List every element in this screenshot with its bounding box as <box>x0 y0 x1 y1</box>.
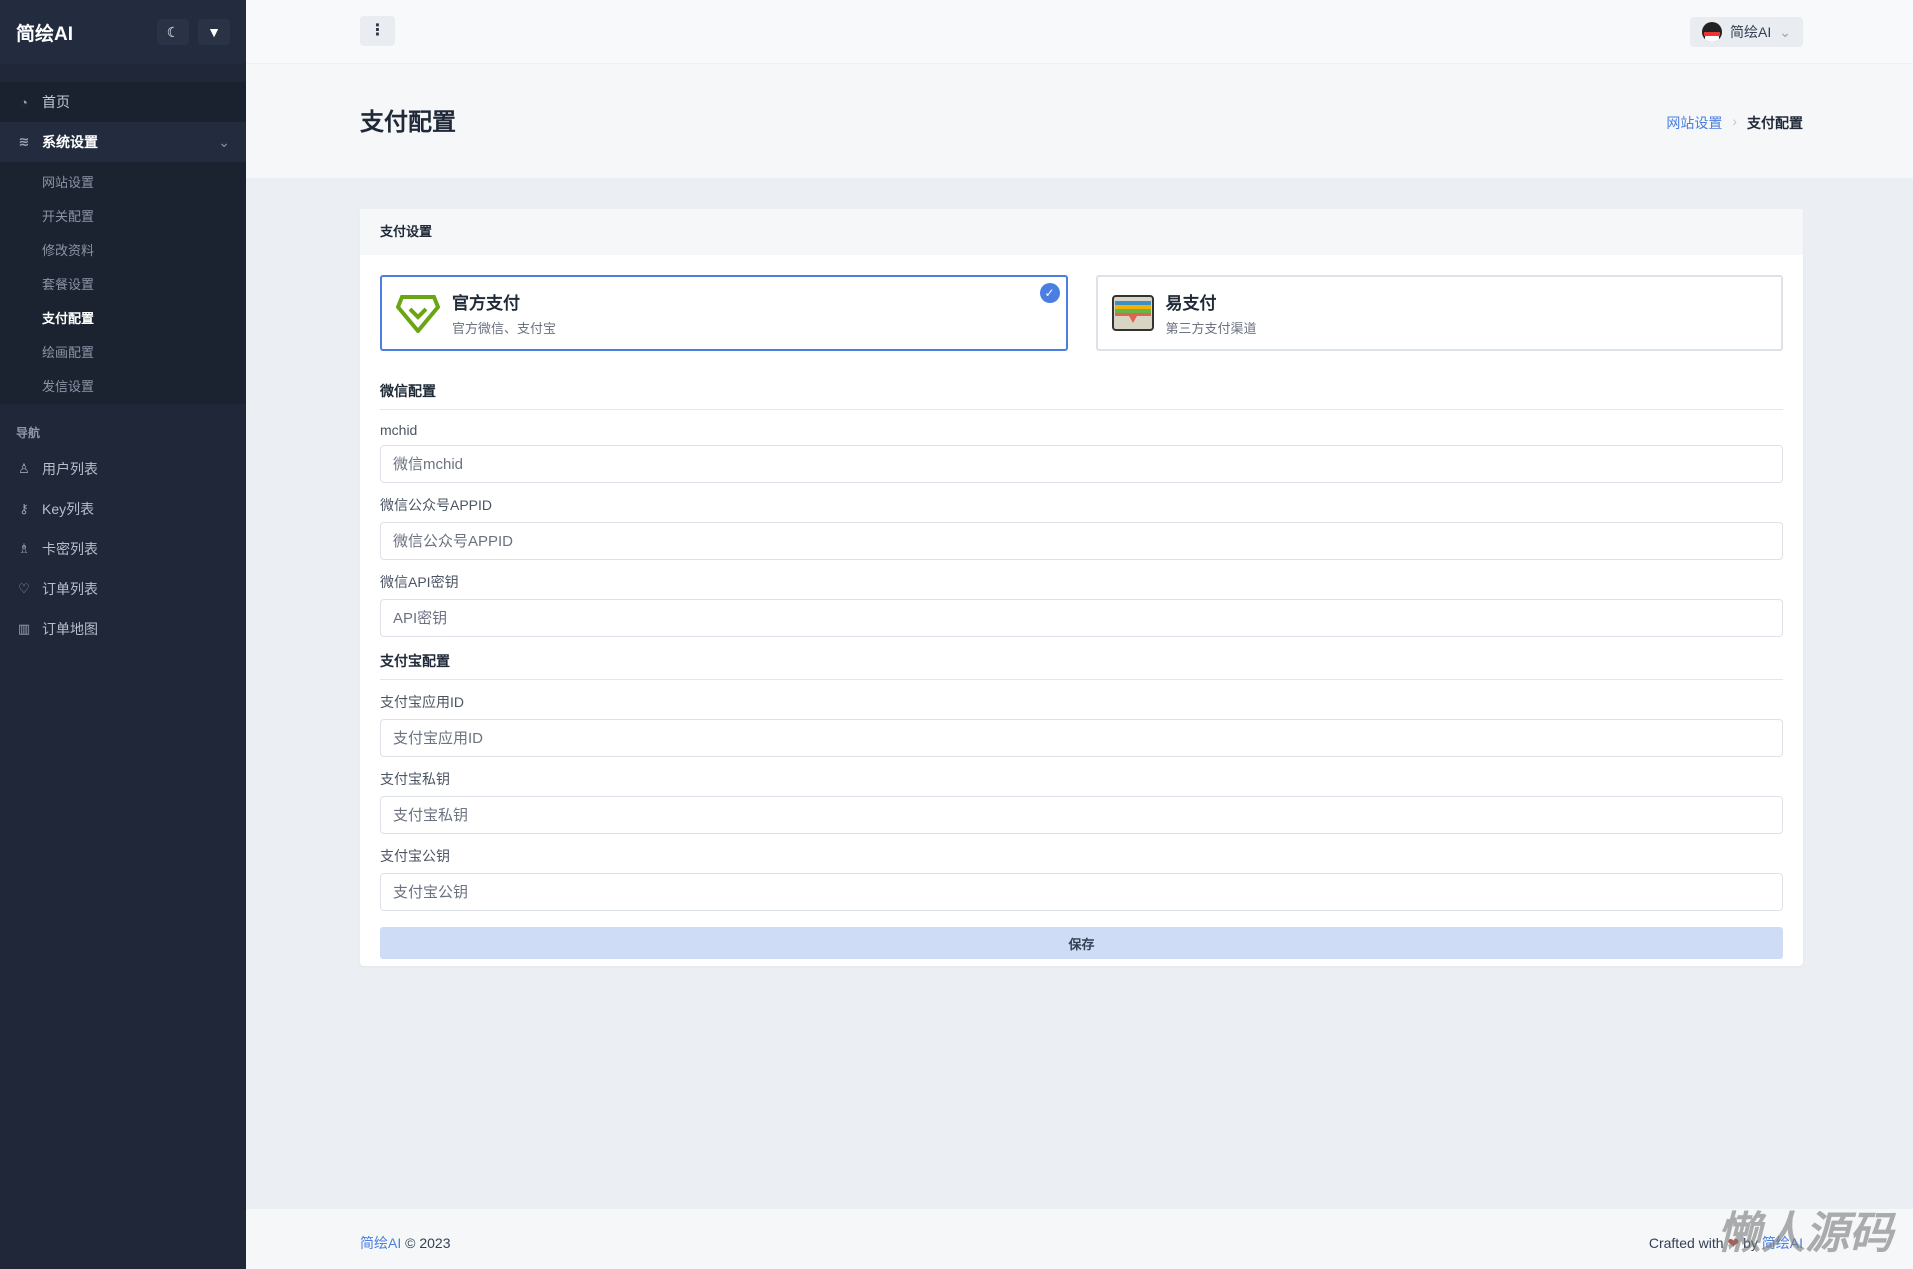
alipay-section-title: 支付宝配置 <box>380 651 1783 680</box>
option-title: 官方支付 <box>452 294 520 313</box>
sidebar-subitem-package[interactable]: 套餐设置 <box>0 266 246 300</box>
breadcrumb-link[interactable]: 网站设置 <box>1666 113 1722 133</box>
sidebar-subitem-payment[interactable]: 支付配置 <box>0 300 246 334</box>
option-desc: 官方微信、支付宝 <box>452 321 557 336</box>
wallet-icon <box>1111 295 1154 331</box>
alipay-public-key-label: 支付宝公钥 <box>380 848 450 864</box>
sidebar-item-keys[interactable]: ⚷ Key列表 <box>0 489 246 529</box>
key-icon: ⚷ <box>19 501 29 516</box>
map-icon: ▥ <box>17 621 31 636</box>
api-key-label: 微信API密钥 <box>380 574 459 590</box>
sidebar-item-users[interactable]: ♙ 用户列表 <box>0 449 246 489</box>
avatar <box>1702 22 1723 42</box>
sidebar-item-label: 系统设置 <box>42 134 98 150</box>
chevron-down-icon: ⌄ <box>218 133 230 150</box>
breadcrumb-current: 支付配置 <box>1747 115 1803 131</box>
sidebar-subitem-mail[interactable]: 发信设置 <box>0 368 246 402</box>
user-menu-button[interactable]: 简绘AI ⌄ <box>1690 17 1803 47</box>
sidebar-item-order-map[interactable]: ▥ 订单地图 <box>0 609 246 649</box>
page-title: 支付配置 <box>360 109 456 136</box>
card-title: 支付设置 <box>360 209 1803 255</box>
page-header: 支付配置 网站设置 › 支付配置 <box>246 64 1913 178</box>
sidebar-item-cards[interactable]: ♗ 卡密列表 <box>0 529 246 569</box>
dashboard-icon: ◔ <box>20 94 28 110</box>
sidebar-subitem-profile[interactable]: 修改资料 <box>0 232 246 266</box>
sidebar-item-label: 用户列表 <box>42 461 98 477</box>
check-icon: ✓ <box>1039 283 1060 303</box>
heart-icon: ♡ <box>18 581 30 596</box>
sidebar-item-orders[interactable]: ♡ 订单列表 <box>0 569 246 609</box>
pin-icon[interactable]: ▼ <box>198 19 230 45</box>
sidebar-item-label: 订单列表 <box>42 581 98 597</box>
api-key-input[interactable] <box>380 599 1783 637</box>
more-menu-button[interactable]: ⋮ <box>360 16 395 46</box>
sidebar-subitem-site[interactable]: 网站设置 <box>0 164 246 198</box>
submenu: 网站设置 开关配置 修改资料 套餐设置 支付配置 绘画配置 发信设置 <box>0 162 246 404</box>
layers-icon: ≋ <box>18 134 30 149</box>
sidebar-item-label: 订单地图 <box>42 621 98 637</box>
top-bar: ⋮ 简绘AI ⌄ <box>246 0 1913 64</box>
wechat-section-title: 微信配置 <box>380 381 1783 410</box>
nav-heading: 导航 <box>16 426 41 440</box>
user-name: 简绘AI <box>1730 24 1772 40</box>
alipay-private-key-input[interactable] <box>380 796 1783 834</box>
copyright: © 2023 <box>405 1235 451 1251</box>
sidebar-item-home[interactable]: ◔ 首页 <box>0 82 246 122</box>
moon-icon[interactable]: ☾ <box>157 19 189 45</box>
option-desc: 第三方支付渠道 <box>1165 321 1257 336</box>
sidebar-item-label: 卡密列表 <box>42 541 98 557</box>
chevron-down-icon: ⌄ <box>1779 23 1791 40</box>
appid-input[interactable] <box>380 522 1783 560</box>
save-button[interactable]: 保存 <box>380 927 1783 959</box>
sidebar-brand: 简绘AI ☾ ▼ <box>0 0 246 64</box>
option-epay[interactable]: 易支付第三方支付渠道 <box>1095 275 1783 351</box>
sidebar-item-label: Key列表 <box>42 501 95 517</box>
footer: 简绘AI © 2023 Crafted with ❤ by 简绘AI 懒人源码 <box>246 1209 1913 1269</box>
mchid-input[interactable] <box>380 445 1783 483</box>
sidebar-subitem-drawing[interactable]: 绘画配置 <box>0 334 246 368</box>
option-title: 易支付 <box>1165 294 1217 313</box>
sidebar-subitem-switch[interactable]: 开关配置 <box>0 198 246 232</box>
appid-label: 微信公众号APPID <box>380 497 493 513</box>
users-icon: ♙ <box>18 461 30 476</box>
chevron-right-icon: › <box>1732 113 1737 129</box>
alipay-appid-input[interactable] <box>380 719 1783 757</box>
sidebar: 简绘AI ☾ ▼ ◔ 首页 ≋ 系统设置 ⌄ 网站设置 开关配置 修改资料 套餐设置 … <box>0 0 246 1269</box>
alipay-public-key-input[interactable] <box>380 873 1783 911</box>
watermark: 懒人源码 <box>1717 1209 1893 1258</box>
alipay-private-key-label: 支付宝私钥 <box>380 771 450 787</box>
crafted-text: Crafted with <box>1648 1235 1724 1251</box>
mchid-label: mchid <box>380 422 418 438</box>
brand-logo[interactable]: 简绘AI <box>16 19 73 46</box>
breadcrumb: 网站设置 › 支付配置 <box>1666 113 1803 133</box>
chess-icon: ♗ <box>18 541 30 556</box>
sidebar-item-label: 首页 <box>42 94 70 110</box>
option-official-payment[interactable]: 官方支付官方微信、支付宝 ✓ <box>380 275 1068 351</box>
footer-brand-link[interactable]: 简绘AI <box>360 1235 401 1251</box>
sidebar-item-system-settings[interactable]: ≋ 系统设置 ⌄ <box>0 122 246 162</box>
diamond-icon <box>396 295 440 333</box>
payment-settings-card: 支付设置 官方支付官方微信、支付宝 ✓ 易支付第三方支付渠道 微信配置 mchi… <box>360 209 1803 966</box>
alipay-appid-label: 支付宝应用ID <box>380 694 464 710</box>
